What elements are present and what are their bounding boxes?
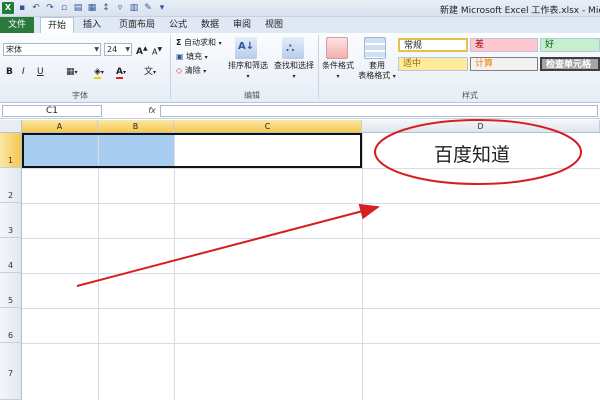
- annotation-text: 百度知道: [434, 144, 511, 166]
- pointer-arrow: [76, 203, 380, 287]
- annotation-overlay: [76, 119, 582, 287]
